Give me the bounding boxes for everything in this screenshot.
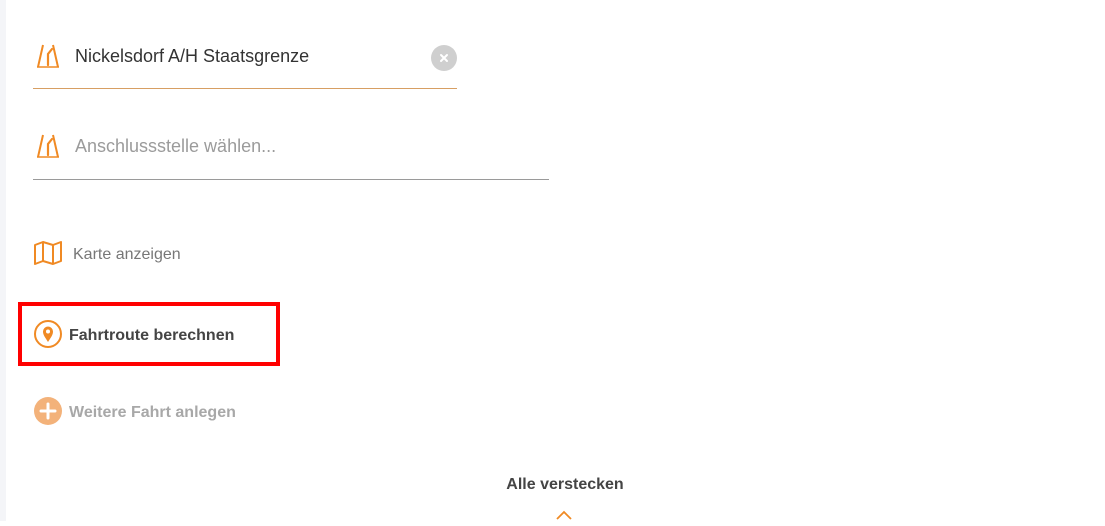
map-icon [33, 240, 63, 271]
from-field-underline [33, 88, 457, 89]
chevron-up-icon[interactable] [555, 508, 573, 520]
from-field[interactable]: Nickelsdorf A/H Staatsgrenze [33, 34, 457, 78]
highway-exit-icon [33, 41, 63, 71]
calculate-route-label: Fahrtroute berechnen [69, 327, 235, 344]
to-field[interactable]: Anschlussstelle wählen... [33, 124, 549, 168]
show-map-label: Karte anzeigen [73, 246, 181, 263]
from-field-value: Nickelsdorf A/H Staatsgrenze [75, 45, 310, 66]
calculate-route-button[interactable]: Fahrtroute berechnen [33, 319, 235, 354]
show-map-link[interactable]: Karte anzeigen [33, 240, 181, 270]
location-pin-icon [33, 319, 63, 354]
to-field-underline [33, 179, 549, 180]
to-field-placeholder: Anschlussstelle wählen... [75, 135, 277, 156]
hide-all-button[interactable]: Alle verstecken [490, 476, 640, 494]
clear-icon[interactable] [431, 45, 457, 71]
left-rail [0, 0, 6, 521]
plus-circle-icon [33, 396, 63, 431]
add-trip-button[interactable]: Weitere Fahrt anlegen [33, 396, 236, 431]
add-trip-label: Weitere Fahrt anlegen [69, 404, 236, 421]
highway-exit-icon [33, 131, 63, 161]
